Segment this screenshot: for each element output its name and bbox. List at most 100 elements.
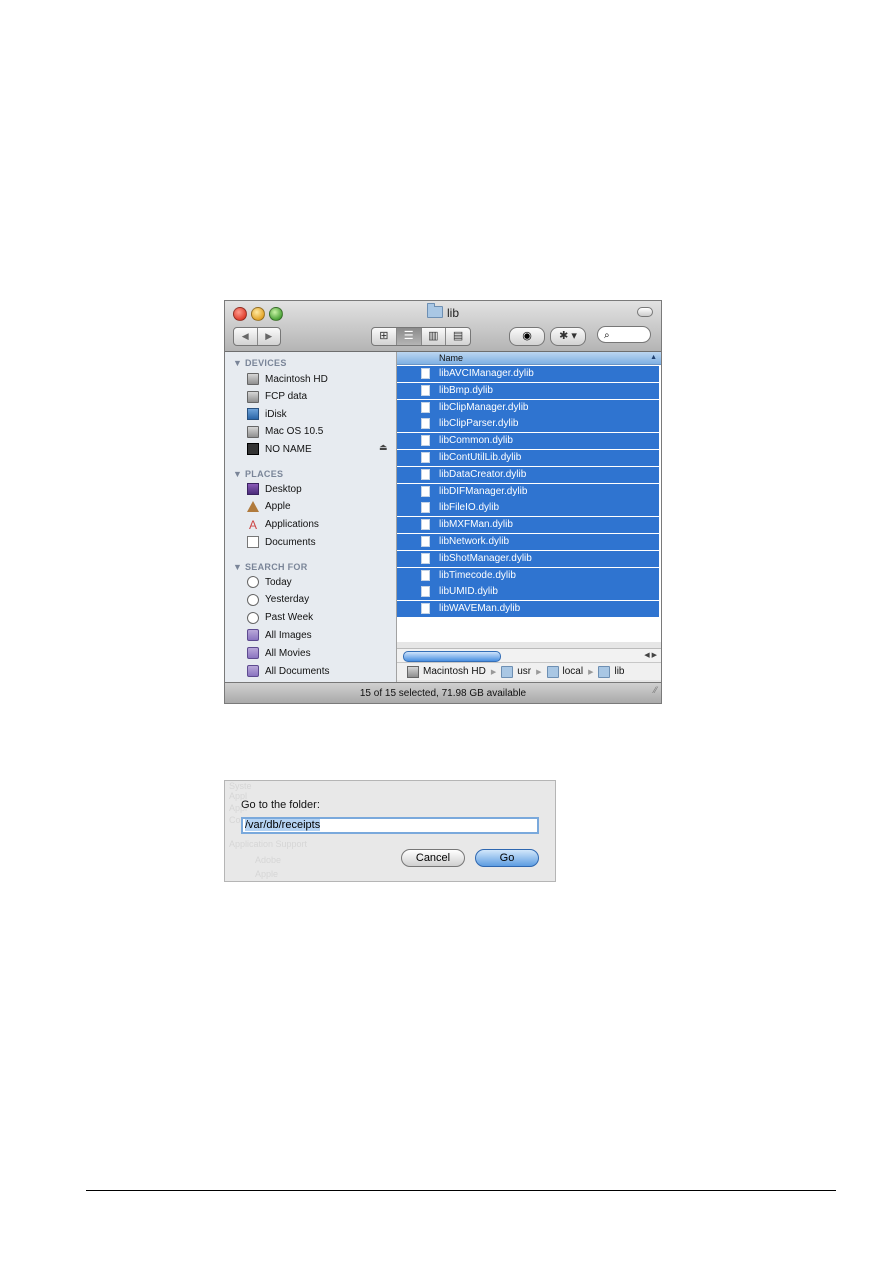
path-item[interactable]: usr [517, 666, 531, 677]
document-icon [421, 603, 430, 615]
go-button[interactable]: Go [475, 849, 539, 867]
sidebar-item-apple[interactable]: Apple [247, 499, 291, 515]
search-field[interactable]: ⌕ [597, 326, 651, 343]
sidebar-item-applications[interactable]: A Applications [247, 517, 319, 533]
devices-section-header[interactable]: ▼ DEVICES [233, 358, 287, 368]
file-row[interactable]: libCommon.dylib [397, 433, 659, 451]
sidebar-item-label: Mac OS 10.5 [265, 426, 324, 438]
back-forward-buttons: ◀ ▶ [233, 327, 281, 346]
file-row[interactable]: libShotManager.dylib [397, 550, 659, 568]
status-bar: 15 of 15 selected, 71.98 GB available ⁄⁄ [225, 680, 661, 703]
action-menu-button[interactable]: ✱ ▾ [550, 327, 586, 346]
file-row[interactable]: libContUtilLib.dylib [397, 450, 659, 467]
quick-look-button[interactable]: ◉ [509, 327, 545, 346]
file-row[interactable]: libTimecode.dylib [397, 567, 659, 585]
file-name: libWAVEMan.dylib [439, 603, 521, 615]
coverflow-view-button[interactable]: ▤ [445, 328, 470, 345]
scrollbar-thumb[interactable] [403, 651, 501, 662]
background-ghost-text: Apple [255, 869, 279, 879]
horizontal-scrollbar[interactable]: ◀ ▶ [397, 648, 661, 662]
file-name: libTimecode.dylib [439, 569, 516, 581]
scroll-arrows[interactable]: ◀ ▶ [644, 649, 657, 662]
sidebar-item-no-name[interactable]: NO NAME [247, 441, 312, 457]
file-row[interactable]: libNetwork.dylib [397, 534, 659, 551]
resize-grip-icon[interactable]: ⁄⁄ [654, 680, 657, 701]
file-row[interactable]: libFileIO.dylib [397, 500, 659, 518]
cancel-button[interactable]: Cancel [401, 849, 465, 867]
sidebar-item-label: Yesterday [265, 594, 310, 606]
sidebar-item-label: Macintosh HD [265, 373, 328, 385]
window-title: lib [225, 303, 661, 320]
finder-window: lib ◀ ▶ ⊞ ☰ ▥ ▤ ◉ ✱ ▾ ⌕ ▼ DEVICES Macinto… [224, 300, 662, 704]
sidebar-item-desktop[interactable]: Desktop [247, 481, 302, 497]
harddisk-icon [247, 390, 259, 403]
file-row[interactable]: libAVCIManager.dylib [397, 366, 659, 383]
sidebar-item-label: NO NAME [265, 443, 312, 455]
sidebar-item-yesterday[interactable]: Yesterday [247, 592, 309, 608]
sidebar-item-label: Today [265, 576, 292, 588]
go-to-folder-dialog: Apple Adobe Application Support Cont Appl App… [224, 780, 556, 882]
file-name: libCommon.dylib [439, 435, 513, 447]
eject-icon[interactable]: ⏏ [379, 442, 388, 453]
eye-icon: ◉ [522, 330, 532, 342]
forward-button[interactable]: ▶ [256, 328, 281, 345]
sidebar-item-label: iDisk [265, 408, 287, 420]
clock-icon [247, 611, 259, 624]
folder-path-input[interactable]: /var/db/receipts [241, 817, 539, 834]
document-icon [421, 368, 430, 379]
list-view-button[interactable]: ☰ [395, 328, 421, 345]
sidebar-item-label: Past Week [265, 612, 314, 624]
file-row[interactable]: libDataCreator.dylib [397, 466, 659, 484]
path-item[interactable]: lib [614, 666, 624, 677]
folder-icon [501, 665, 514, 678]
sidebar-item-fcp-data[interactable]: FCP data [247, 389, 307, 405]
harddisk-icon [247, 373, 259, 385]
file-name: libClipParser.dylib [439, 418, 519, 430]
sidebar-item-idisk[interactable]: iDisk [247, 406, 287, 422]
status-text: 15 of 15 selected, 71.98 GB available [359, 688, 527, 699]
column-view-button[interactable]: ▥ [420, 328, 446, 345]
documents-icon [247, 536, 259, 549]
path-separator-icon: ▶ [588, 668, 594, 676]
sidebar-item-all-documents[interactable]: All Documents [247, 663, 329, 679]
file-name: libShotManager.dylib [439, 552, 532, 564]
sidebar-item-all-images[interactable]: All Images [247, 627, 312, 643]
sidebar-item-today[interactable]: Today [247, 574, 292, 590]
file-row[interactable]: libDIFManager.dylib [397, 483, 659, 501]
file-name: libMXFMan.dylib [439, 519, 513, 531]
icon-view-button[interactable]: ⊞ [372, 328, 396, 345]
name-column-header[interactable]: Name ▲ [397, 352, 661, 365]
file-name: libClipManager.dylib [439, 401, 529, 413]
search-for-section-header[interactable]: ▼ SEARCH FOR [233, 562, 308, 572]
toolbar-toggle-button[interactable] [637, 307, 653, 317]
file-name: libDIFManager.dylib [439, 485, 528, 497]
sidebar-item-label: Applications [265, 519, 319, 531]
path-item[interactable]: local [563, 666, 584, 677]
path-item[interactable]: Macintosh HD [423, 666, 486, 677]
file-name: libFileIO.dylib [439, 502, 500, 514]
file-row[interactable]: libClipManager.dylib [397, 399, 659, 417]
sidebar-item-macintosh-hd[interactable]: Macintosh HD [247, 371, 328, 387]
document-icon [421, 435, 430, 447]
sidebar-item-label: All Movies [265, 647, 311, 659]
sort-ascending-icon: ▲ [650, 354, 657, 361]
desktop-icon [247, 483, 259, 495]
file-row[interactable]: libWAVEMan.dylib [397, 601, 659, 619]
back-button[interactable]: ◀ [234, 328, 257, 345]
document-icon [421, 384, 430, 396]
document-icon [421, 536, 430, 547]
path-bar: Macintosh HD ▶ usr ▶ local ▶ lib [397, 662, 661, 680]
sidebar-item-past-week[interactable]: Past Week [247, 610, 313, 626]
sidebar-item-label: All Images [265, 629, 312, 641]
sidebar-item-documents[interactable]: Documents [247, 534, 316, 550]
sidebar-item-all-movies[interactable]: All Movies [247, 645, 311, 661]
sidebar-item-mac-os-10-5[interactable]: Mac OS 10.5 [247, 424, 323, 440]
file-row[interactable]: libClipParser.dylib [397, 416, 659, 434]
places-section-header[interactable]: ▼ PLACES [233, 469, 283, 479]
document-icon [421, 502, 430, 514]
file-row[interactable]: libMXFMan.dylib [397, 517, 659, 535]
file-name: libBmp.dylib [439, 384, 493, 396]
document-icon [421, 485, 430, 497]
file-row[interactable]: libUMID.dylib [397, 584, 659, 602]
file-row[interactable]: libBmp.dylib [397, 382, 659, 400]
